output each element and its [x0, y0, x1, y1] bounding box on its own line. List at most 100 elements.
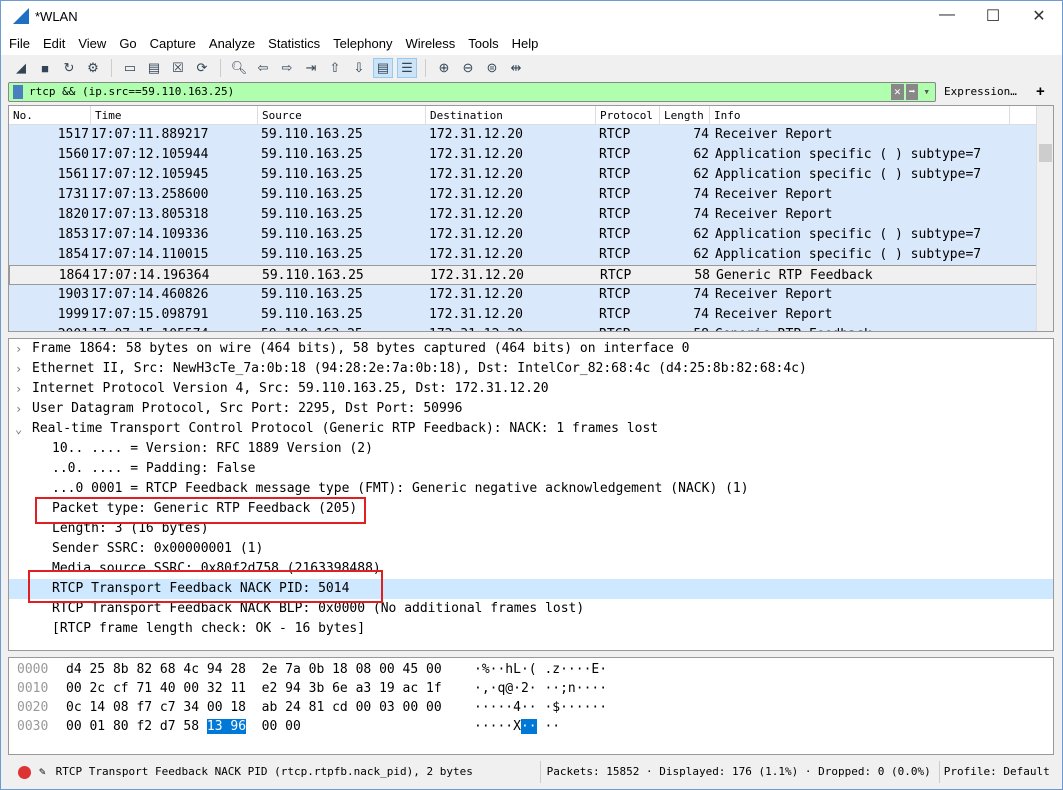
autoscroll-icon[interactable]: ▤	[373, 58, 393, 78]
highlight-packet-type	[35, 497, 366, 524]
column-header-no[interactable]: No.	[9, 106, 91, 124]
clear-filter-icon[interactable]: ✕	[891, 84, 904, 100]
detail-row[interactable]: › User Datagram Protocol, Src Port: 2295,…	[9, 399, 1053, 419]
menu-go[interactable]: Go	[119, 36, 136, 51]
packet-cell: RTCP	[599, 247, 631, 262]
column-header-info[interactable]: Info	[710, 106, 1010, 124]
menu-help[interactable]: Help	[512, 36, 539, 51]
back-arrow-icon[interactable]: ⇦	[253, 58, 273, 78]
status-profile[interactable]: Profile: Default	[938, 761, 1050, 783]
column-header-protocol[interactable]: Protocol	[596, 106, 660, 124]
forward-arrow-icon[interactable]: ⇨	[277, 58, 297, 78]
display-filter-input[interactable]: rtcp && (ip.src==59.110.163.25) ✕ ➡ ▾	[8, 82, 936, 102]
zoom-in-icon[interactable]: ⊕	[434, 58, 454, 78]
bytes-hex[interactable]: d4 25 8b 82 68 4c 94 28 2e 7a 0b 18 08 0…	[66, 660, 442, 679]
bytes-hex[interactable]: 00 2c cf 71 40 00 32 11 e2 94 3b 6e a3 1…	[66, 679, 442, 698]
filter-history-dropdown[interactable]: ▾	[920, 84, 933, 100]
bytes-ascii[interactable]: ·,·q@·2· ··;n····	[474, 679, 607, 698]
expand-arrow-icon[interactable]: ›	[15, 339, 22, 359]
menu-file[interactable]: File	[9, 36, 30, 51]
menu-statistics[interactable]: Statistics	[268, 36, 320, 51]
menu-capture[interactable]: Capture	[150, 36, 196, 51]
column-header-time[interactable]: Time	[91, 106, 258, 124]
bytes-row: 0020 0c 14 08 f7 c7 34 00 18 ab 24 81 cd …	[9, 698, 1053, 717]
close-file-icon[interactable]: ☒	[168, 58, 188, 78]
bytes-ascii[interactable]: ·%··hL·( .z····E·	[474, 660, 607, 679]
options-gear-icon[interactable]: ⚙	[83, 58, 103, 78]
shark-fin-start-icon[interactable]: ◢	[11, 58, 31, 78]
menu-wireless[interactable]: Wireless	[405, 36, 455, 51]
packet-row[interactable]: 1517 17:07:11.889217 59.110.163.25 172.31.1…	[9, 125, 1053, 145]
packet-row[interactable]: 1731 17:07:13.258600 59.110.163.25 172.31.1…	[9, 185, 1053, 205]
menu-analyze[interactable]: Analyze	[209, 36, 255, 51]
collapse-arrow-icon[interactable]: ⌄	[15, 419, 22, 439]
last-packet-icon[interactable]: ⇩	[349, 58, 369, 78]
bytes-hex[interactable]: 00 01 80 f2 d7 58 13 96 00 00	[66, 717, 301, 736]
detail-text: ..0. .... = Padding: False	[52, 461, 256, 476]
minimize-button[interactable]: —	[924, 6, 970, 26]
edit-comment-icon[interactable]: ✎	[39, 761, 46, 783]
normal-size-icon[interactable]: ⊜	[482, 58, 502, 78]
detail-row[interactable]: 10.. .... = Version: RFC 1889 Version (2…	[9, 439, 1053, 459]
title-bar: *WLAN — ☐ ✕	[1, 1, 1062, 31]
stop-icon[interactable]: ■	[35, 58, 55, 78]
expand-arrow-icon[interactable]: ›	[15, 399, 22, 419]
go-to-packet-icon[interactable]: ⇥	[301, 58, 321, 78]
zoom-out-icon[interactable]: ⊖	[458, 58, 478, 78]
column-header-length[interactable]: Length	[660, 106, 710, 124]
detail-row[interactable]: ...0 0001 = RTCP Feedback message type (…	[9, 479, 1053, 499]
bytes-ascii[interactable]: ·····X·· ··	[474, 717, 560, 736]
detail-row[interactable]: › Ethernet II, Src: NewH3cTe_7a:0b:18 (94…	[9, 359, 1053, 379]
expand-arrow-icon[interactable]: ›	[15, 379, 22, 399]
column-header-destination[interactable]: Destination	[426, 106, 596, 124]
expert-info-icon[interactable]	[18, 765, 31, 779]
packet-cell: 59.110.163.25	[261, 227, 363, 242]
packet-cell: 172.31.12.20	[429, 207, 523, 222]
packet-list: No. Time Source Destination Protocol Length In…	[8, 105, 1054, 332]
expression-button[interactable]: Expression…	[944, 85, 1017, 98]
save-file-icon[interactable]: ▤	[144, 58, 164, 78]
detail-row[interactable]: ⌄ Real-time Transport Control Protocol (G…	[9, 419, 1053, 439]
close-button[interactable]: ✕	[1016, 6, 1062, 26]
column-header-source[interactable]: Source	[258, 106, 426, 124]
menu-edit[interactable]: Edit	[43, 36, 65, 51]
packet-row[interactable]: 1560 17:07:12.105944 59.110.163.25 172.31.1…	[9, 145, 1053, 165]
menu-tools[interactable]: Tools	[468, 36, 498, 51]
packet-cell: 74	[693, 207, 709, 222]
packet-row[interactable]: 200117:07:15.10557459.110.163.25172.31.1…	[9, 325, 1053, 331]
expand-arrow-icon[interactable]: ›	[15, 359, 22, 379]
packet-row[interactable]: 1853 17:07:14.109336 59.110.163.25 172.31.1…	[9, 225, 1053, 245]
bytes-ascii[interactable]: ·····4·· ·$······	[474, 698, 607, 717]
open-file-icon[interactable]: ▭	[120, 58, 140, 78]
reload-icon[interactable]: ⟳	[192, 58, 212, 78]
find-icon[interactable]: 🔍︎	[229, 58, 249, 78]
detail-row[interactable]: › Frame 1864: 58 bytes on wire (464 bits)…	[9, 339, 1053, 359]
packet-cell: 59.110.163.25	[261, 307, 363, 322]
resize-columns-icon[interactable]: ⇹	[506, 58, 526, 78]
detail-text: [RTCP frame length check: OK - 16 bytes]	[52, 621, 366, 636]
packet-cell: 17:07:12.105944	[91, 147, 209, 162]
packet-row[interactable]: 1864 17:07:14.196364 59.110.163.25 172.31.1…	[9, 265, 1053, 285]
packet-row[interactable]: 1999 17:07:15.098791 59.110.163.25 172.31.1…	[9, 305, 1053, 325]
bytes-hex[interactable]: 0c 14 08 f7 c7 34 00 18 ab 24 81 cd 00 0…	[66, 698, 442, 717]
detail-row[interactable]: [RTCP frame length check: OK - 16 bytes]	[9, 619, 1053, 639]
packet-cell: 17:07:13.805318	[91, 207, 209, 222]
detail-row[interactable]: › Internet Protocol Version 4, Src: 59.11…	[9, 379, 1053, 399]
packet-list-scrollbar[interactable]	[1036, 106, 1053, 331]
first-packet-icon[interactable]: ⇧	[325, 58, 345, 78]
colorize-icon[interactable]: ☰	[397, 58, 417, 78]
add-filter-button[interactable]: +	[1036, 83, 1045, 100]
detail-row[interactable]: ..0. .... = Padding: False	[9, 459, 1053, 479]
detail-row[interactable]: Sender SSRC: 0x00000001 (1)	[9, 539, 1053, 559]
packet-row[interactable]: 1903 17:07:14.460826 59.110.163.25 172.31.1…	[9, 285, 1053, 305]
maximize-button[interactable]: ☐	[970, 6, 1016, 26]
packet-row[interactable]: 1854 17:07:14.110015 59.110.163.25 172.31.1…	[9, 245, 1053, 265]
menu-view[interactable]: View	[78, 36, 106, 51]
packet-cell: 17:07:14.460826	[91, 287, 209, 302]
menu-telephony[interactable]: Telephony	[333, 36, 392, 51]
apply-filter-icon[interactable]: ➡	[905, 84, 919, 100]
bookmark-icon[interactable]	[13, 85, 23, 99]
packet-row[interactable]: 1561 17:07:12.105945 59.110.163.25 172.31.1…	[9, 165, 1053, 185]
packet-row[interactable]: 1820 17:07:13.805318 59.110.163.25 172.31.1…	[9, 205, 1053, 225]
restart-icon[interactable]: ↻	[59, 58, 79, 78]
